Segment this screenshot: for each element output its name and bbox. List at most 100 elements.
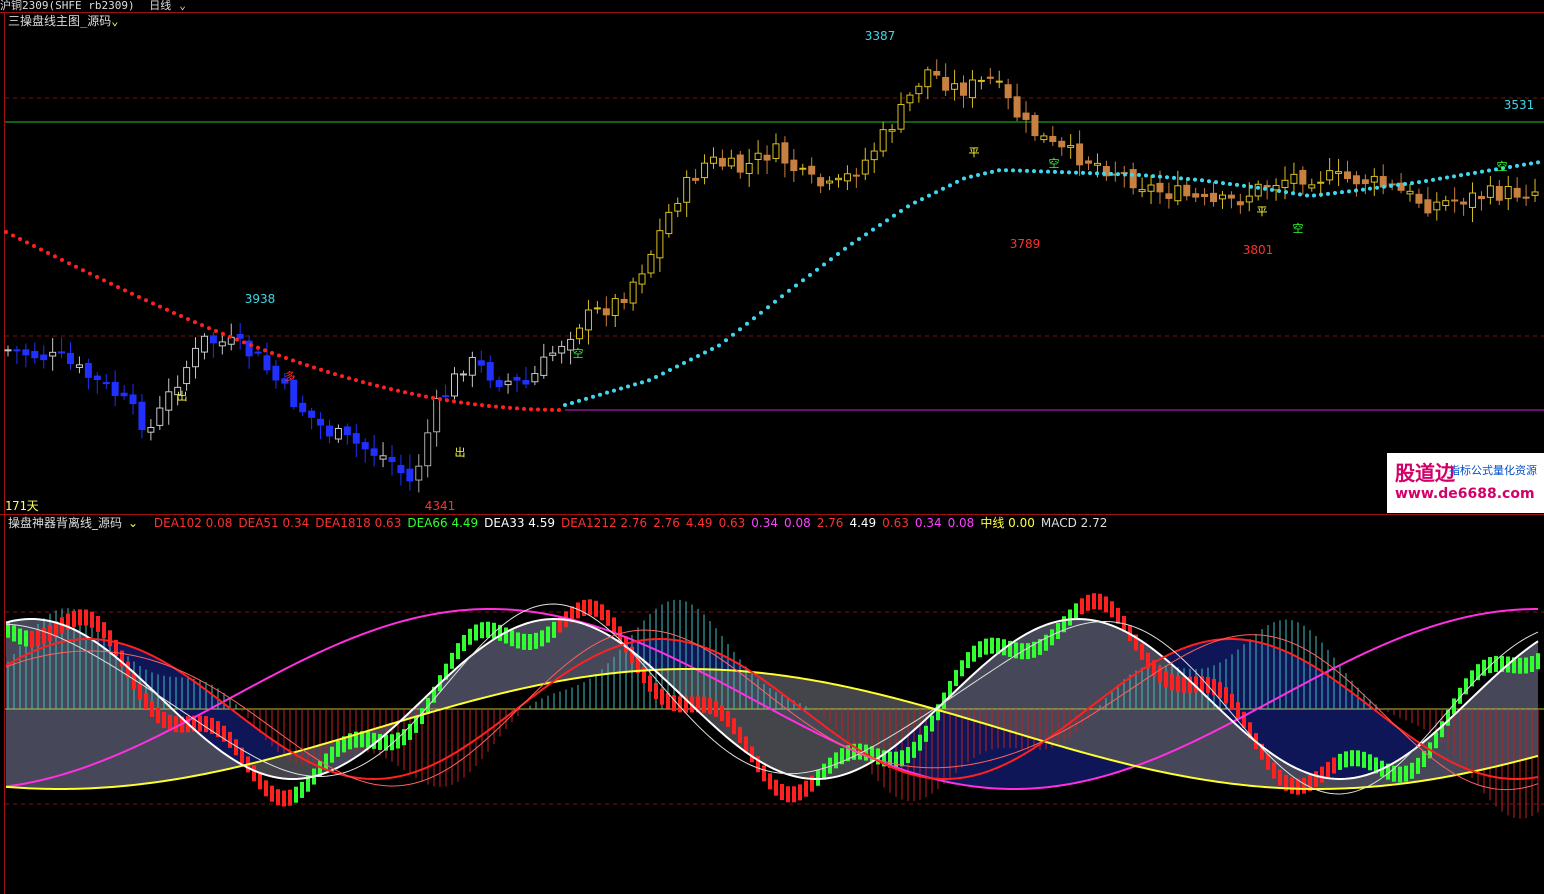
support-dot (990, 169, 994, 174)
candle-body (477, 360, 485, 366)
support-dot (1144, 173, 1148, 178)
signal-step (1218, 682, 1222, 699)
signal-step (732, 718, 736, 735)
candle-body (799, 167, 807, 170)
signal-step (606, 609, 610, 626)
candle-body (1201, 193, 1209, 198)
candle-body (1218, 194, 1226, 200)
signal-step (528, 634, 532, 651)
candle-body (120, 392, 128, 397)
sub-indicator-title[interactable]: 操盘神器背离线_源码 ⌄ (8, 516, 144, 530)
resistance-dot (53, 254, 57, 259)
symbol-label[interactable]: 沪铜2309(SHFE rb2309) (0, 0, 135, 12)
candle-body (397, 464, 405, 474)
resistance-dot (179, 314, 183, 319)
candle-body (888, 129, 896, 132)
support-dot (1046, 169, 1050, 174)
resistance-dot (536, 407, 540, 412)
support-dot (1298, 192, 1302, 197)
candle-body (1469, 192, 1477, 208)
support-dot (1466, 172, 1470, 176)
candle-body (826, 180, 834, 184)
support-dot (1340, 190, 1344, 195)
legend-entry: 0.63 (718, 516, 746, 530)
resistance-dot (494, 404, 498, 409)
signal-step (768, 773, 772, 790)
candle-body (1272, 185, 1280, 191)
signal-step (1230, 693, 1234, 710)
support-dot (1459, 173, 1463, 178)
signal-step (96, 615, 100, 632)
candle-body (576, 327, 584, 340)
candle-body (1308, 184, 1316, 189)
resistance-dot (88, 271, 92, 276)
candle-body (1031, 114, 1039, 137)
support-dot (1326, 191, 1330, 196)
support-dot (710, 347, 714, 351)
signal-step (480, 622, 484, 639)
candle-body (513, 376, 521, 381)
candle-body (1022, 112, 1030, 120)
support-dot (1242, 183, 1246, 188)
resistance-dot (277, 353, 281, 358)
support-dot (815, 267, 819, 272)
signal-step (282, 790, 286, 807)
signal-step (726, 710, 730, 727)
chevron-down-icon: ⌄ (179, 0, 186, 12)
signal-step (1074, 603, 1078, 620)
main-indicator-title[interactable]: 三操盘线主图_源码⌄ (8, 14, 118, 28)
signal-step (552, 621, 556, 638)
candle-body (1236, 201, 1244, 206)
signal-step (1350, 750, 1354, 767)
support-dot (1291, 191, 1295, 196)
period-selector[interactable]: 日线 ⌄ (149, 0, 194, 12)
signal-step (906, 747, 910, 764)
support-dot (633, 382, 637, 387)
support-dot (724, 338, 728, 343)
support-dot (1515, 163, 1519, 168)
signal-step (1278, 769, 1282, 786)
resistance-dot (249, 343, 253, 348)
candle-body (1013, 96, 1021, 118)
candle-body (1156, 182, 1164, 193)
support-dot (955, 179, 959, 184)
signal-step (18, 628, 22, 645)
signal-step (972, 645, 976, 662)
candle-body (317, 418, 325, 426)
candle-body (781, 142, 789, 164)
candle-body (13, 349, 21, 352)
signal-step (954, 670, 958, 687)
support-dot (1207, 179, 1211, 184)
support-dot (605, 390, 609, 395)
legend-entry: 0.08 (784, 516, 811, 530)
resistance-dot (431, 395, 435, 400)
candle-body (897, 104, 905, 130)
resistance-dot (347, 376, 351, 381)
resistance-dot (452, 399, 456, 404)
resistance-dot (242, 340, 246, 345)
signal-step (1026, 643, 1030, 660)
support-dot (885, 218, 889, 223)
resistance-dot (102, 278, 106, 283)
resistance-dot (193, 320, 197, 325)
legend-entry: 0.34 (914, 516, 942, 530)
candle-body (290, 379, 298, 408)
support-dot (668, 368, 672, 372)
support-dot (766, 305, 770, 310)
candle-body (1174, 185, 1182, 202)
candle-body (727, 157, 735, 167)
signal-step (1434, 732, 1438, 749)
support-dot (857, 237, 861, 241)
signal-step (276, 789, 280, 806)
resistance-dot (396, 388, 400, 393)
resistance-dot (137, 294, 141, 299)
resistance-dot (298, 360, 302, 365)
signal-step (1110, 601, 1114, 618)
support-dot (927, 193, 931, 198)
resistance-dot (235, 337, 239, 342)
resistance-dot (382, 385, 386, 390)
signal-step (990, 637, 994, 654)
chart-canvas[interactable]: 33873938353143413789 3801出出多空平空平空空 (0, 0, 1544, 894)
signal-step (1104, 596, 1108, 613)
candle-body (486, 362, 494, 381)
